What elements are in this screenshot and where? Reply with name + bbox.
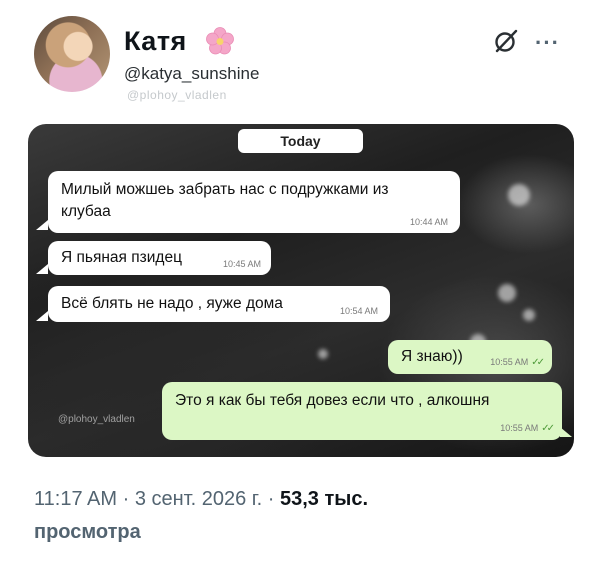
- bokeh-light: [318, 349, 328, 359]
- bokeh-light: [523, 309, 535, 321]
- bubble-tail: [36, 220, 48, 230]
- message-bubble-outgoing[interactable]: Это я как бы тебя довез если что , алкош…: [162, 382, 562, 440]
- message-bubble-incoming[interactable]: Всё блять не надо , яуже дома 10:54 AM: [48, 286, 390, 322]
- chat-screenshot: Today Милый можшеь забрать нас с подружк…: [28, 124, 574, 457]
- message-text: Я знаю)): [401, 348, 463, 365]
- message-time: 10:55 AM: [500, 423, 539, 433]
- double-check-icon: ✓✓: [531, 357, 545, 368]
- post-date[interactable]: 3 сент. 2026 г.: [135, 488, 262, 510]
- message-bubble-outgoing[interactable]: Я знаю)) 10:55 AM ✓✓: [388, 340, 552, 374]
- double-check-icon: ✓✓: [541, 423, 555, 434]
- user-handle[interactable]: @katya_sunshine: [124, 64, 259, 84]
- message-text: клубаа: [61, 203, 111, 220]
- message-time: 10:55 AM: [490, 357, 529, 367]
- message-time: 10:44 AM: [409, 217, 448, 227]
- separator: ·: [117, 488, 135, 510]
- separator: ·: [262, 488, 280, 510]
- message-time-group: 10:55 AM ✓✓: [500, 423, 555, 434]
- views-label: просмотра: [34, 521, 141, 543]
- grok-icon[interactable]: [493, 28, 519, 54]
- message-time: 10:45 AM: [222, 259, 261, 269]
- avatar[interactable]: [34, 16, 110, 92]
- watermark: @plohoy_vladlen: [127, 88, 227, 102]
- bubble-tail: [36, 311, 48, 321]
- post-meta: 11:17 AM · 3 сент. 2026 г. · 53,3 тыс.: [34, 488, 368, 511]
- message-text: Всё блять не надо , яуже дома: [61, 295, 283, 312]
- date-divider: Today: [238, 129, 363, 153]
- message-text: Милый можшеь забрать нас с подружками из: [61, 181, 389, 198]
- more-options-icon[interactable]: ···: [535, 30, 560, 56]
- flower-emoji-icon: [206, 27, 234, 55]
- message-text: Это я как бы тебя довез если что , алкош…: [175, 392, 490, 409]
- display-name[interactable]: Катя: [124, 26, 187, 57]
- chat-watermark: @plohoy_vladlen: [58, 414, 135, 425]
- post-time[interactable]: 11:17 AM: [34, 488, 117, 510]
- bubble-tail: [36, 264, 48, 274]
- views-count: 53,3 тыс.: [279, 488, 369, 510]
- message-bubble-incoming[interactable]: Я пьяная пзидец 10:45 AM: [48, 241, 271, 275]
- message-text: Я пьяная пзидец: [61, 249, 182, 266]
- message-bubble-incoming[interactable]: Милый можшеь забрать нас с подружками из…: [48, 171, 460, 233]
- bokeh-light: [508, 184, 530, 206]
- message-time: 10:54 AM: [339, 306, 378, 316]
- message-time-group: 10:55 AM ✓✓: [490, 357, 545, 368]
- bokeh-light: [498, 284, 516, 302]
